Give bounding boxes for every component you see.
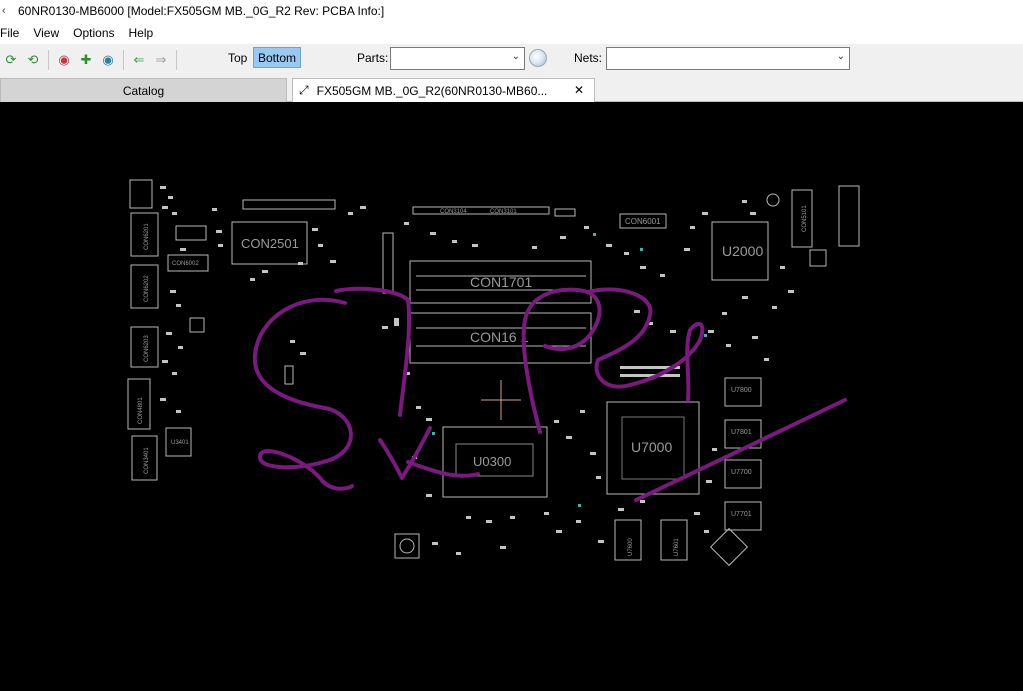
boardviewer-window: ‹ 60NR0130-MB6000 [Model:FX505GM MB._0G_… xyxy=(0,0,1023,691)
toolbar-separator xyxy=(176,50,177,70)
window-title: 60NR0130-MB6000 [Model:FX505GM MB._0G_R2… xyxy=(18,4,385,18)
toolbar-separator xyxy=(123,50,124,70)
label-u2000: U2000 xyxy=(722,243,763,259)
vertical-connector[interactable] xyxy=(382,232,394,294)
rotate-icon[interactable]: ⟲ xyxy=(22,49,44,71)
scribble-stroke-5 xyxy=(586,287,705,402)
close-icon[interactable]: ✕ xyxy=(574,83,584,97)
diamond-part[interactable] xyxy=(709,527,749,567)
label-con1601: CON16 1 xyxy=(470,329,529,345)
tab-catalog-label: Catalog xyxy=(122,83,165,98)
scribble-stroke-2 xyxy=(334,286,412,417)
pcb-layout[interactable]: CON2501 CON1701 CON16 1 U0300 U7000 U200… xyxy=(0,102,1023,691)
label-con1701: CON1701 xyxy=(470,274,532,290)
tab-board-label: FX505GM MB._0G_R2(60NR0130-MB60... xyxy=(316,83,548,98)
component-labels: CON2501 CON1701 CON16 1 U0300 U7000 U200… xyxy=(138,205,808,556)
nets-combobox[interactable]: ⌄ xyxy=(606,47,850,70)
header-strip[interactable] xyxy=(242,199,336,210)
tab-catalog[interactable]: Catalog xyxy=(0,78,287,102)
label-con3401: CON3401 xyxy=(144,447,150,474)
menu-bar: File View Options Help xyxy=(0,22,1023,44)
crosshair-cursor xyxy=(481,380,521,420)
label-con5101: CON5101 xyxy=(802,205,808,232)
label-u7701: U7701 xyxy=(731,511,752,518)
annotation-scribbles xyxy=(252,286,847,502)
zoom-out-icon[interactable]: ◉ xyxy=(97,49,119,71)
label-u7600: U7600 xyxy=(628,538,634,556)
label-u7800: U7800 xyxy=(731,387,752,394)
toolbar-separator xyxy=(48,50,49,70)
con3104-strip[interactable] xyxy=(412,206,550,215)
label-u7801: U7801 xyxy=(731,429,752,436)
label-u7700: U7700 xyxy=(731,469,752,476)
side-bottom-button[interactable]: Bottom xyxy=(253,47,302,68)
parts-combobox[interactable]: ⌄ xyxy=(390,47,525,70)
label-u7000: U7000 xyxy=(631,439,672,455)
label-con6202: CON6202 xyxy=(144,275,150,302)
label-con4801: CON4801 xyxy=(138,397,144,424)
round-part[interactable] xyxy=(399,538,415,554)
app-icon: ‹ xyxy=(2,5,6,17)
swap-icon: ⤢ xyxy=(299,83,309,97)
side-top-button[interactable]: Top xyxy=(224,47,251,68)
refresh-icon[interactable]: ⟳ xyxy=(0,49,22,71)
label-u0300: U0300 xyxy=(473,454,511,469)
label-u3401: U3401 xyxy=(171,440,189,446)
chevron-down-icon[interactable]: ⌄ xyxy=(512,51,520,62)
tab-board[interactable]: ⤢ FX505GM MB._0G_R2(60NR0130-MB60... ✕ xyxy=(292,78,595,102)
forward-arrow-icon[interactable]: ⇒ xyxy=(150,49,172,71)
chevron-down-icon[interactable]: ⌄ xyxy=(837,51,845,62)
small-part[interactable] xyxy=(189,317,205,333)
menu-file[interactable]: File xyxy=(0,26,28,40)
label-con6001: CON6001 xyxy=(625,217,661,226)
back-arrow-icon[interactable]: ⇐ xyxy=(128,49,150,71)
zoom-in-icon[interactable]: ◉ xyxy=(53,49,75,71)
label-u7601: U7601 xyxy=(674,538,680,556)
mount-hole xyxy=(766,193,780,207)
menu-options[interactable]: Options xyxy=(70,26,123,40)
title-bar: ‹ 60NR0130-MB6000 [Model:FX505GM MB._0G_… xyxy=(0,0,1023,22)
label-con6201: CON6201 xyxy=(144,223,150,250)
fit-screen-icon[interactable]: ✚ xyxy=(75,49,97,71)
board-canvas[interactable]: CON2501 CON1701 CON16 1 U0300 U7000 U200… xyxy=(0,102,1023,691)
label-con3101: CON3101 xyxy=(490,209,517,215)
left-component[interactable] xyxy=(129,179,153,209)
tab-bar: Catalog ⤢ FX505GM MB._0G_R2(60NR0130-MB6… xyxy=(0,76,1023,102)
label-con6002: CON6002 xyxy=(172,261,199,267)
small-part[interactable] xyxy=(175,225,207,241)
right-connector[interactable] xyxy=(838,185,860,247)
bottom-left-part[interactable] xyxy=(394,533,420,559)
scribble-stroke-4 xyxy=(521,287,602,434)
nets-label: Nets: xyxy=(574,51,603,65)
label-con2501: CON2501 xyxy=(241,236,299,251)
label-con6203: CON6203 xyxy=(144,335,150,362)
menu-view[interactable]: View xyxy=(30,26,68,40)
menu-help[interactable]: Help xyxy=(126,26,163,40)
small-part[interactable] xyxy=(809,249,827,267)
scribble-stroke-1 xyxy=(252,297,354,491)
small-part[interactable] xyxy=(284,365,294,385)
parts-label: Parts: xyxy=(357,51,389,65)
small-part[interactable] xyxy=(554,208,576,217)
highlight-bulb-icon[interactable] xyxy=(529,49,547,67)
label-con3104: CON3104 xyxy=(440,209,467,215)
